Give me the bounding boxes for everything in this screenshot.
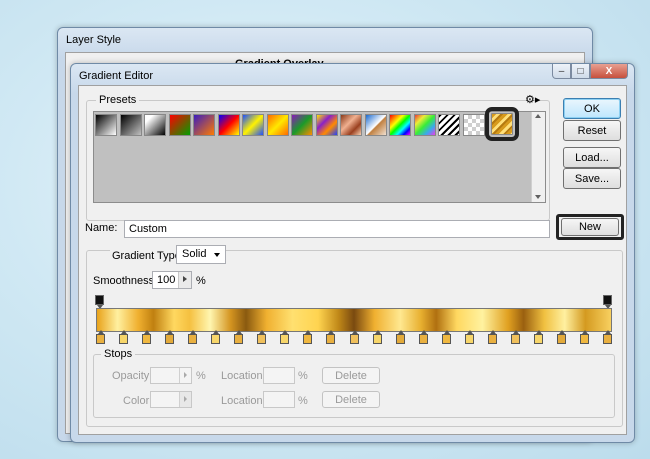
- scroll-up-icon[interactable]: [535, 114, 541, 118]
- gradient-editor-client: Presets ⚙▸ OK Reset Load... Save... Name…: [78, 85, 627, 435]
- stops-label: Stops: [101, 348, 136, 360]
- color-location-unit: %: [298, 395, 308, 407]
- opacity-location-label: Location:: [221, 370, 266, 382]
- preset-swatch-black-white[interactable]: [95, 114, 117, 136]
- preset-swatches: [95, 107, 519, 141]
- chevron-down-icon: [214, 253, 220, 257]
- color-stop[interactable]: [96, 330, 105, 344]
- preset-swatch-violet-orange[interactable]: [193, 114, 215, 136]
- preset-swatch-orange-yellow-orange[interactable]: [266, 114, 289, 136]
- preset-swatch-blue-yellow-blue[interactable]: [242, 114, 264, 136]
- opacity-stop-right[interactable]: [603, 295, 612, 309]
- color-stop[interactable]: [464, 330, 474, 344]
- opacity-delete-button[interactable]: Delete: [322, 367, 380, 384]
- color-location-input[interactable]: [263, 391, 295, 408]
- color-menu-arrow-icon: [179, 392, 191, 407]
- name-input[interactable]: Custom: [124, 220, 550, 238]
- opacity-location-unit: %: [298, 370, 308, 382]
- gradient-editor-window: Gradient Editor – □ X Presets ⚙▸ OK Rese…: [70, 63, 635, 443]
- color-stop[interactable]: [234, 330, 244, 344]
- close-button[interactable]: X: [590, 64, 628, 79]
- smoothness-input[interactable]: 100: [152, 271, 192, 289]
- preset-swatch-custom-gold[interactable]: [485, 107, 519, 141]
- color-stop[interactable]: [579, 330, 589, 344]
- preset-swatch-transparent-stripes[interactable]: [438, 114, 460, 136]
- opacity-unit: %: [196, 370, 206, 382]
- load-button[interactable]: Load...: [563, 147, 621, 168]
- gear-icon: ⚙▸: [525, 94, 541, 106]
- opacity-stop-left[interactable]: [95, 295, 104, 309]
- gradient-editor-title: Gradient Editor: [79, 70, 153, 82]
- color-stop[interactable]: [441, 330, 451, 344]
- preset-swatch-blue-red-yellow[interactable]: [217, 114, 240, 136]
- scroll-down-icon[interactable]: [535, 195, 541, 199]
- preset-swatch-red-green[interactable]: [168, 114, 191, 136]
- preset-swatch-violet-green-orange[interactable]: [291, 114, 313, 136]
- gradient-type-select[interactable]: Solid: [176, 245, 226, 264]
- color-stop[interactable]: [188, 330, 198, 344]
- opacity-slider-arrow-icon: [179, 368, 191, 383]
- color-stop[interactable]: [280, 330, 290, 344]
- color-stop[interactable]: [349, 330, 359, 344]
- layer-style-title: Layer Style: [66, 34, 122, 46]
- smoothness-unit: %: [196, 275, 206, 287]
- gradient-type-value: Solid: [182, 248, 207, 260]
- color-location-label: Location:: [221, 395, 266, 407]
- color-stop[interactable]: [603, 330, 612, 344]
- maximize-button[interactable]: □: [571, 64, 590, 79]
- color-stop[interactable]: [395, 330, 405, 344]
- color-stop[interactable]: [142, 330, 152, 344]
- preset-swatch-transparent-rainbow[interactable]: [413, 114, 436, 136]
- color-delete-button[interactable]: Delete: [322, 391, 380, 408]
- minimize-button[interactable]: –: [552, 64, 571, 79]
- presets-label: Presets: [96, 94, 140, 106]
- save-button[interactable]: Save...: [563, 168, 621, 189]
- smoothness-slider-arrow-icon[interactable]: [178, 272, 191, 288]
- stops-group: [93, 354, 615, 418]
- preset-swatch-black-transparent[interactable]: [119, 114, 142, 136]
- preset-swatch-yellow-violet-orange-blue[interactable]: [315, 114, 338, 136]
- color-swatch-input[interactable]: [150, 391, 192, 408]
- color-stop[interactable]: [533, 330, 543, 344]
- color-stop[interactable]: [257, 330, 267, 344]
- preset-swatch-white-black[interactable]: [144, 114, 166, 136]
- color-stop[interactable]: [165, 330, 175, 344]
- color-stop[interactable]: [326, 330, 336, 344]
- color-stop[interactable]: [487, 330, 497, 344]
- color-stop[interactable]: [119, 330, 129, 344]
- preset-swatch-checker-transparent[interactable]: [462, 114, 485, 136]
- opacity-label: Opacity:: [112, 370, 153, 382]
- color-stop[interactable]: [510, 330, 520, 344]
- preset-swatch-chrome[interactable]: [364, 114, 387, 136]
- gradient-preview-bar[interactable]: [96, 308, 612, 332]
- window-controls: – □ X: [552, 64, 628, 79]
- color-stop[interactable]: [418, 330, 428, 344]
- color-stop[interactable]: [303, 330, 313, 344]
- color-stop[interactable]: [211, 330, 221, 344]
- color-stop[interactable]: [372, 330, 382, 344]
- ok-button[interactable]: OK: [563, 98, 621, 119]
- color-stops-row: [96, 330, 612, 346]
- color-stop[interactable]: [556, 330, 566, 344]
- gradient-type-label: Gradient Type:: [110, 250, 186, 262]
- new-button[interactable]: New: [561, 218, 619, 236]
- smoothness-label: Smoothness:: [93, 275, 158, 287]
- presets-scrollbar[interactable]: [531, 112, 545, 202]
- name-label: Name:: [85, 222, 118, 234]
- opacity-location-input[interactable]: [263, 367, 295, 384]
- presets-panel: [93, 107, 546, 203]
- preset-swatch-spectrum[interactable]: [389, 114, 411, 136]
- smoothness-value: 100: [157, 274, 176, 286]
- opacity-input[interactable]: [150, 367, 192, 384]
- presets-menu-icon[interactable]: ⚙▸: [525, 94, 541, 106]
- color-label: Color:: [123, 395, 153, 407]
- reset-button[interactable]: Reset: [563, 120, 621, 141]
- preset-swatch-copper[interactable]: [340, 114, 362, 136]
